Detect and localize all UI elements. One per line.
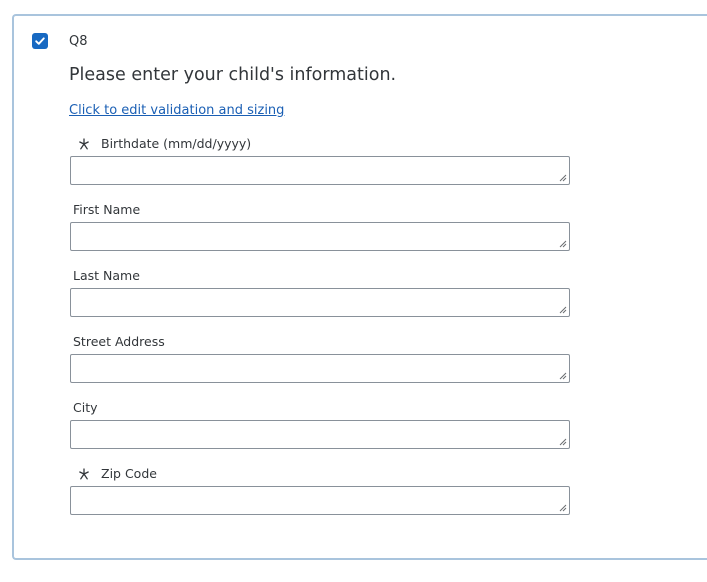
question-number: Q8 [69,34,88,49]
resize-grip-icon[interactable] [559,504,567,512]
edit-validation-link[interactable]: Click to edit validation and sizing [69,102,284,119]
field-label-birthdate: Birthdate (mm/dd/yyyy) [75,136,251,152]
checkmark-icon [35,37,45,45]
first-name-input[interactable] [70,222,570,251]
resize-grip-icon[interactable] [559,372,567,380]
field-label-text: Zip Code [101,466,157,481]
field-label-text: Birthdate (mm/dd/yyyy) [101,136,252,151]
last-name-input[interactable] [70,288,570,317]
resize-grip-icon[interactable] [559,240,567,248]
resize-grip-icon[interactable] [559,306,567,314]
field-label-text: Last Name [73,268,140,283]
field-label-last-name: Last Name [73,268,140,284]
zip-code-input[interactable] [70,486,570,515]
field-label-text: First Name [73,202,141,217]
city-input[interactable] [70,420,570,449]
field-label-street-address: Street Address [73,334,165,350]
asterisk-icon [77,467,91,481]
question-text[interactable]: Please enter your child's information. [69,63,396,87]
field-label-zip-code: Zip Code [75,466,157,482]
field-label-text: Street Address [73,334,165,349]
birthdate-input[interactable] [70,156,570,185]
street-address-input[interactable] [70,354,570,383]
field-label-first-name: First Name [73,202,140,218]
field-label-city: City [73,400,98,416]
question-select-checkbox[interactable] [32,33,48,49]
asterisk-icon [77,137,91,151]
resize-grip-icon[interactable] [559,438,567,446]
resize-grip-icon[interactable] [559,174,567,182]
field-label-text: City [73,400,98,415]
